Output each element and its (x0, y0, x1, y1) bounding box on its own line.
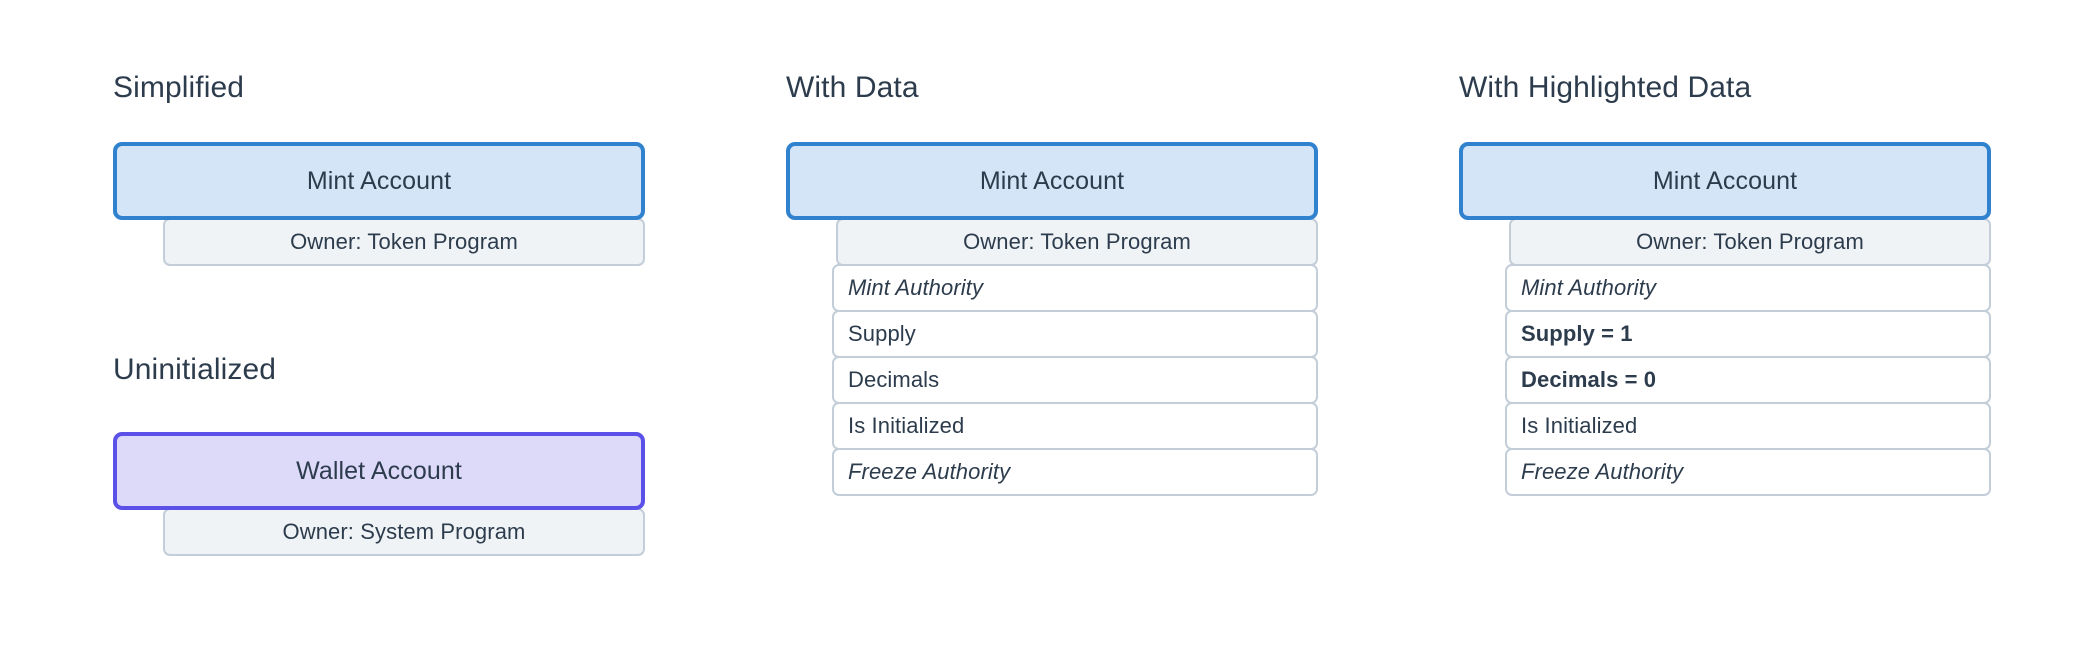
owner-row[interactable]: Owner: Token Program (163, 218, 645, 266)
field-row-mint-authority[interactable]: Mint Authority (832, 264, 1318, 312)
column-title-simplified: Simplified (113, 71, 245, 104)
field-row-is-initialized[interactable]: Is Initialized (832, 402, 1318, 450)
group-wallet-account-uninitialized: Wallet Account Owner: System Program (113, 432, 645, 556)
column-title-with-highlighted-data: With Highlighted Data (1459, 71, 1752, 104)
wallet-account-header[interactable]: Wallet Account (113, 432, 645, 510)
owner-row[interactable]: Owner: Token Program (836, 218, 1318, 266)
field-row-freeze-authority[interactable]: Freeze Authority (1505, 448, 1991, 496)
wallet-account-rows: Owner: System Program (113, 508, 645, 556)
column-title-with-data: With Data (786, 71, 919, 104)
group-mint-account-simple: Mint Account Owner: Token Program (113, 142, 645, 266)
field-row-is-initialized[interactable]: Is Initialized (1505, 402, 1991, 450)
diagram-canvas: Simplified Mint Account Owner: Token Pro… (0, 0, 2100, 648)
mint-account-header-highlighted[interactable]: Mint Account (1459, 142, 1991, 220)
owner-row[interactable]: Owner: System Program (163, 508, 645, 556)
mint-account-rows-simple: Owner: Token Program (113, 218, 645, 266)
mint-account-rows-highlighted: Owner: Token Program Mint Authority Supp… (1459, 218, 1991, 496)
group-mint-account-with-data: Mint Account Owner: Token Program Mint A… (786, 142, 1318, 496)
field-row-decimals[interactable]: Decimals (832, 356, 1318, 404)
mint-account-header-with-data[interactable]: Mint Account (786, 142, 1318, 220)
field-row-supply[interactable]: Supply = 1 (1505, 310, 1991, 358)
field-row-supply[interactable]: Supply (832, 310, 1318, 358)
owner-row[interactable]: Owner: Token Program (1509, 218, 1991, 266)
field-row-decimals[interactable]: Decimals = 0 (1505, 356, 1991, 404)
mint-account-rows-with-data: Owner: Token Program Mint Authority Supp… (786, 218, 1318, 496)
group-mint-account-highlighted: Mint Account Owner: Token Program Mint A… (1459, 142, 1991, 496)
field-row-freeze-authority[interactable]: Freeze Authority (832, 448, 1318, 496)
field-row-mint-authority[interactable]: Mint Authority (1505, 264, 1991, 312)
mint-account-header-simple[interactable]: Mint Account (113, 142, 645, 220)
subtitle-uninitialized: Uninitialized (113, 353, 277, 386)
